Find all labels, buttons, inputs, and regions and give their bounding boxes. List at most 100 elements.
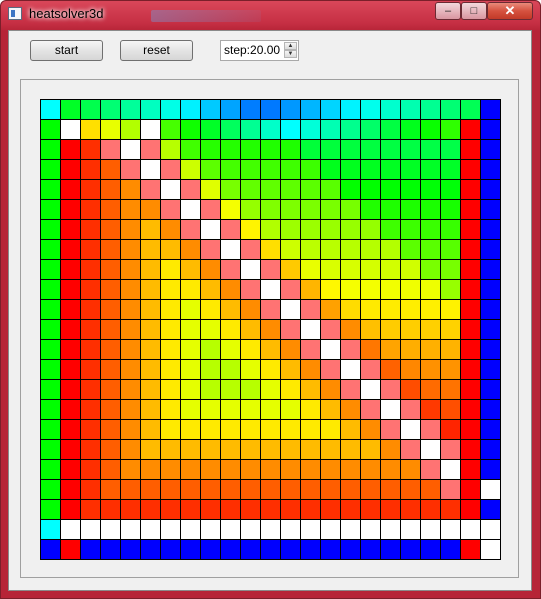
heatmap-cell (260, 219, 281, 240)
heatmap-cell (280, 499, 301, 520)
heatmap-cell (280, 299, 301, 320)
heatmap-cell (100, 299, 121, 320)
heatmap-cell (40, 359, 61, 380)
heatmap-cell (80, 379, 101, 400)
heatmap-cell (360, 419, 381, 440)
heatmap-cell (340, 379, 361, 400)
heatmap-cell (380, 359, 401, 380)
heatmap-cell (180, 239, 201, 260)
heatmap-cell (480, 499, 501, 520)
heatmap-cell (480, 539, 501, 560)
heatmap-cell (180, 419, 201, 440)
heatmap-cell (40, 159, 61, 180)
heatmap-cell (200, 339, 221, 360)
heatmap-cell (460, 279, 481, 300)
start-button[interactable]: start (30, 40, 103, 61)
heatmap-cell (100, 119, 121, 140)
heatmap-cell (60, 159, 81, 180)
heatmap-cell (460, 399, 481, 420)
chevron-up-icon[interactable]: ▲ (284, 42, 297, 50)
minimize-button[interactable]: – (435, 2, 461, 20)
heatmap-cell (360, 439, 381, 460)
heatmap-cell (380, 219, 401, 240)
heatmap-cell (380, 99, 401, 120)
heatmap-cell (240, 179, 261, 200)
heatmap-cell (80, 279, 101, 300)
heatmap-cell (400, 499, 421, 520)
heatmap-cell (460, 299, 481, 320)
heatmap-cell (100, 199, 121, 220)
maximize-button[interactable]: □ (461, 2, 487, 20)
step-spinbox[interactable]: step:20.00 ▲ ▼ (220, 40, 299, 61)
heatmap-cell (340, 159, 361, 180)
heatmap-cell (280, 179, 301, 200)
heatmap-cell (420, 359, 441, 380)
heatmap-cell (180, 179, 201, 200)
heatmap-cell (440, 219, 461, 240)
heatmap-cell (320, 279, 341, 300)
heatmap-cell (360, 259, 381, 280)
heatmap-cell (460, 419, 481, 440)
heatmap-cell (140, 179, 161, 200)
heatmap-cell (200, 299, 221, 320)
reset-button[interactable]: reset (120, 40, 193, 61)
heatmap-cell (180, 499, 201, 520)
heatmap-cell (220, 439, 241, 460)
heatmap-cell (140, 399, 161, 420)
heatmap-cell (360, 159, 381, 180)
heatmap-cell (240, 279, 261, 300)
step-value[interactable]: step:20.00 (224, 43, 280, 57)
heatmap-cell (180, 99, 201, 120)
heatmap-cell (80, 219, 101, 240)
heatmap-cell (80, 239, 101, 260)
heatmap-cell (260, 139, 281, 160)
heatmap-cell (40, 239, 61, 260)
heatmap-cell (420, 219, 441, 240)
heatmap-cell (200, 99, 221, 120)
heatmap-cell (120, 339, 141, 360)
heatmap-cell (140, 239, 161, 260)
heatmap-cell (240, 339, 261, 360)
heatmap-cell (420, 459, 441, 480)
heatmap-cell (120, 279, 141, 300)
heatmap-cell (260, 539, 281, 560)
heatmap-cell (400, 439, 421, 460)
heatmap-cell (340, 519, 361, 540)
title-bar[interactable]: heatsolver3d – □ ✕ (1, 1, 540, 31)
heatmap-cell (220, 519, 241, 540)
close-button[interactable]: ✕ (487, 2, 533, 20)
heatmap-cell (400, 399, 421, 420)
heatmap-cell (160, 119, 181, 140)
heatmap-cell (440, 179, 461, 200)
heatmap-cell (80, 199, 101, 220)
heatmap-cell (260, 359, 281, 380)
chevron-down-icon[interactable]: ▼ (284, 50, 297, 58)
heatmap-cell (340, 399, 361, 420)
heatmap-cell (400, 339, 421, 360)
heatmap-cell (320, 179, 341, 200)
heatmap-cell (60, 359, 81, 380)
heatmap-cell (280, 279, 301, 300)
heatmap-grid[interactable] (40, 99, 501, 560)
heatmap-cell (200, 439, 221, 460)
heatmap-cell (100, 339, 121, 360)
heatmap-cell (440, 319, 461, 340)
heatmap-cell (260, 279, 281, 300)
heatmap-cell (220, 279, 241, 300)
heatmap-cell (240, 519, 261, 540)
heatmap-cell (480, 219, 501, 240)
heatmap-cell (140, 319, 161, 340)
heatmap-cell (160, 299, 181, 320)
heatmap-cell (80, 479, 101, 500)
heatmap-cell (240, 399, 261, 420)
heatmap-cell (320, 259, 341, 280)
heatmap-cell (60, 519, 81, 540)
heatmap-cell (420, 399, 441, 420)
heatmap-cell (240, 259, 261, 280)
heatmap-cell (400, 319, 421, 340)
heatmap-cell (360, 239, 381, 260)
heatmap-cell (420, 499, 441, 520)
heatmap-cell (40, 459, 61, 480)
heatmap-cell (480, 239, 501, 260)
heatmap-cell (60, 299, 81, 320)
